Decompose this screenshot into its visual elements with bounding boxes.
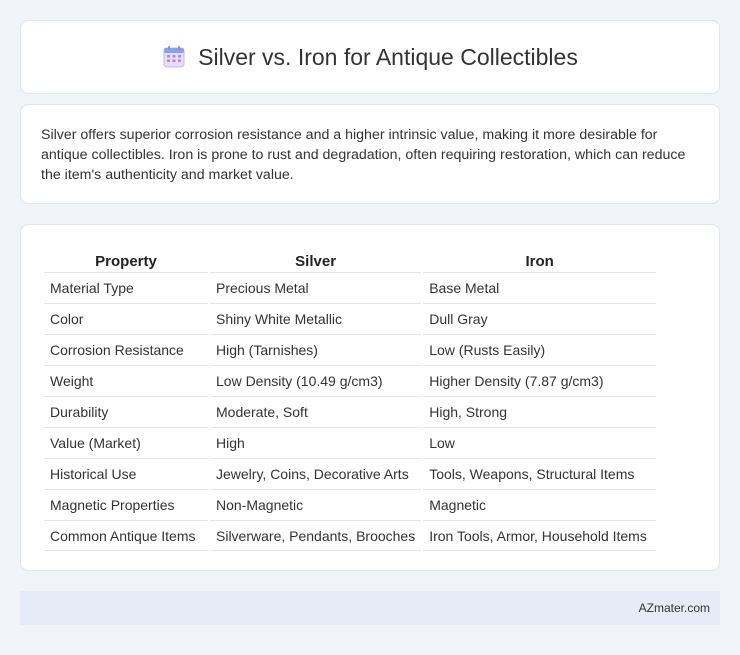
table-row: Historical Use Jewelry, Coins, Decorativ… bbox=[44, 458, 656, 489]
cell-silver: Shiny White Metallic bbox=[210, 303, 422, 334]
table-row: Magnetic Properties Non-Magnetic Magneti… bbox=[44, 489, 656, 520]
cell-silver: Silverware, Pendants, Brooches bbox=[210, 520, 422, 551]
cell-property: Common Antique Items bbox=[44, 520, 208, 551]
footer: AZmater.com bbox=[20, 591, 720, 625]
cell-property: Material Type bbox=[44, 272, 208, 303]
cell-silver: Non-Magnetic bbox=[210, 489, 422, 520]
cell-iron: Iron Tools, Armor, Household Items bbox=[423, 520, 656, 551]
header-iron: Iron bbox=[525, 253, 554, 270]
table-row: Color Shiny White Metallic Dull Gray bbox=[44, 303, 656, 334]
page-title: Silver vs. Iron for Antique Collectibles bbox=[198, 43, 578, 70]
cell-iron: Low bbox=[423, 427, 656, 458]
intro-card: Silver offers superior corrosion resista… bbox=[20, 104, 720, 204]
header-property: Property bbox=[95, 253, 157, 270]
table-row: Weight Low Density (10.49 g/cm3) Higher … bbox=[44, 365, 656, 396]
table-row: Corrosion Resistance High (Tarnishes) Lo… bbox=[44, 334, 656, 365]
cell-iron: Magnetic bbox=[423, 489, 656, 520]
cell-silver: High bbox=[210, 427, 422, 458]
title-card: Silver vs. Iron for Antique Collectibles bbox=[20, 20, 720, 94]
cell-iron: Dull Gray bbox=[423, 303, 656, 334]
cell-silver: Jewelry, Coins, Decorative Arts bbox=[210, 458, 422, 489]
cell-iron: High, Strong bbox=[423, 396, 656, 427]
cell-property: Value (Market) bbox=[44, 427, 208, 458]
cell-iron: Base Metal bbox=[423, 272, 656, 303]
cell-property: Magnetic Properties bbox=[44, 489, 208, 520]
table-row: Value (Market) High Low bbox=[44, 427, 656, 458]
cell-silver: Low Density (10.49 g/cm3) bbox=[210, 365, 422, 396]
table-row: Durability Moderate, Soft High, Strong bbox=[44, 396, 656, 427]
comparison-table: Property Silver Iron Material Type Preci… bbox=[42, 245, 658, 551]
table-row: Material Type Precious Metal Base Metal bbox=[44, 272, 656, 303]
header-silver: Silver bbox=[295, 253, 337, 270]
cell-iron: Low (Rusts Easily) bbox=[423, 334, 656, 365]
intro-text: Silver offers superior corrosion resista… bbox=[41, 127, 686, 183]
cell-property: Historical Use bbox=[44, 458, 208, 489]
cell-property: Durability bbox=[44, 396, 208, 427]
cell-silver: Precious Metal bbox=[210, 272, 422, 303]
calendar-icon bbox=[162, 45, 186, 69]
cell-property: Corrosion Resistance bbox=[44, 334, 208, 365]
cell-silver: Moderate, Soft bbox=[210, 396, 422, 427]
cell-silver: High (Tarnishes) bbox=[210, 334, 422, 365]
table-header-row: Property Silver Iron bbox=[44, 245, 656, 272]
cell-iron: Tools, Weapons, Structural Items bbox=[423, 458, 656, 489]
table-row: Common Antique Items Silverware, Pendant… bbox=[44, 520, 656, 551]
table-card: Property Silver Iron Material Type Preci… bbox=[20, 224, 720, 571]
cell-iron: Higher Density (7.87 g/cm3) bbox=[423, 365, 656, 396]
cell-property: Color bbox=[44, 303, 208, 334]
footer-site-link[interactable]: AZmater.com bbox=[639, 601, 710, 615]
cell-property: Weight bbox=[44, 365, 208, 396]
